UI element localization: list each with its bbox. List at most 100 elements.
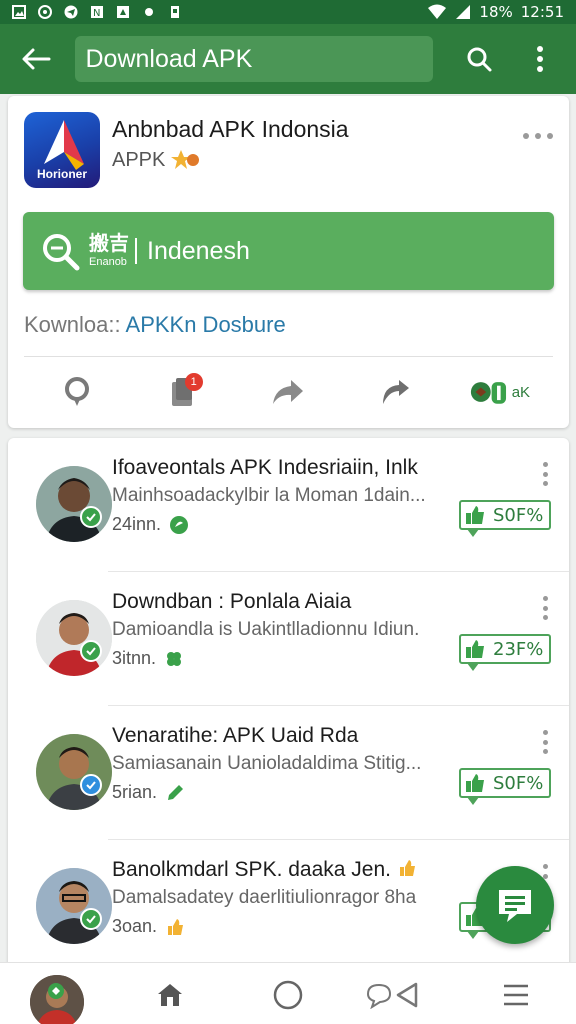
download-button-label: Indenesh <box>147 236 250 265</box>
app-icon[interactable]: Horioner <box>24 112 100 188</box>
back-arrow-icon <box>22 48 51 70</box>
battery-level: 18% <box>479 3 513 21</box>
avatar[interactable] <box>36 466 112 542</box>
verified-badge <box>80 908 102 930</box>
verified-badge <box>80 640 102 662</box>
telegram-notification-icon <box>64 5 78 19</box>
back-button[interactable] <box>16 39 55 79</box>
news-notification-icon: N <box>91 6 103 19</box>
list-item-more-button[interactable] <box>539 596 551 620</box>
list-item-title: Downdban : Ponlala Aiaia <box>112 590 352 613</box>
list-item-meta: 24inn. <box>112 514 189 535</box>
forward-icon <box>383 380 410 404</box>
avatar-wrapper <box>22 854 112 944</box>
more-vert-icon <box>537 46 544 72</box>
app-icon-label: Horioner <box>36 167 87 181</box>
list-item[interactable]: Venaratihe: APK Uaid Rda Samiasanain Uan… <box>8 706 569 840</box>
download-button[interactable]: 搬吉 Enanob Indenesh <box>23 212 554 290</box>
dot <box>523 133 529 139</box>
clock: 12:51 <box>520 3 564 21</box>
list-item-more-button[interactable] <box>539 730 551 754</box>
list-item-more-button[interactable] <box>539 462 551 486</box>
rating-chip[interactable]: S0F% <box>459 500 551 537</box>
card-actions: 1 aK <box>24 364 553 420</box>
home-icon <box>158 984 182 1006</box>
list-item-title-text: Banolkmdarl SPK. daaka Jen. <box>112 858 391 881</box>
profile-avatar[interactable] <box>30 975 84 1024</box>
list-item[interactable]: Ifoaveontals APK Indesriaiin, Inlk Mainh… <box>8 438 569 572</box>
circle-icon <box>273 980 303 1010</box>
thumbs-up-icon <box>466 506 484 524</box>
download-source-link[interactable]: APKKn Dosbure <box>126 312 286 337</box>
app-subtitle: APPK <box>112 148 201 172</box>
dot <box>542 605 548 611</box>
star-sticker-icon <box>171 150 200 169</box>
dot <box>535 133 541 139</box>
card-more-button[interactable] <box>523 126 553 146</box>
download-source-line: Kownloa:: APKKn Dosbure <box>24 312 286 338</box>
list-item-time: 3oan. <box>112 916 158 936</box>
nav-circle-button[interactable] <box>266 973 310 1017</box>
list-item-meta: 3itnn. <box>112 648 184 669</box>
list-item[interactable]: Downdban : Ponlala Aiaia Damioandla is U… <box>8 572 569 706</box>
download-button-chinese: 搬吉 <box>89 233 129 255</box>
rating-chip[interactable]: 23F% <box>459 634 551 671</box>
bookmark-button[interactable]: 1 <box>153 369 213 415</box>
list-item-title: Banolkmdarl SPK. daaka Jen. <box>112 858 417 882</box>
dot <box>542 749 548 754</box>
avatar[interactable] <box>36 600 112 676</box>
check-icon <box>86 915 96 924</box>
nav-back-button[interactable] <box>352 973 432 1017</box>
list-item-subtitle: Samiasanain Uanioladaldima Stitig... <box>112 753 422 774</box>
dot <box>542 596 548 601</box>
list-item-title: Venaratihe: APK Uaid Rda <box>112 724 359 747</box>
thumbs-up-icon <box>466 774 484 792</box>
forward-button[interactable] <box>364 369 424 415</box>
gallery-notification-icon <box>12 5 26 19</box>
dot <box>542 471 548 477</box>
chat-fab[interactable] <box>476 866 554 944</box>
avatar-wrapper <box>22 586 112 676</box>
search-field[interactable]: Download APK <box>75 36 434 82</box>
avatar[interactable] <box>36 734 112 810</box>
apk-toggle-icon <box>470 382 507 404</box>
dot <box>542 615 548 620</box>
search-button[interactable] <box>459 39 498 79</box>
app-bar: Download APK <box>0 24 576 94</box>
dot <box>542 864 548 869</box>
avatar-wrapper <box>22 452 112 542</box>
search-icon <box>467 47 492 72</box>
person-avatar-icon <box>36 466 112 542</box>
share-icon <box>273 380 304 404</box>
avatar[interactable] <box>36 868 112 944</box>
app-title: Anbnbad APK Indonsia <box>112 116 349 142</box>
leaf-badge-icon <box>170 515 189 534</box>
whatsapp-notification-icon <box>38 5 52 19</box>
check-icon <box>86 513 96 522</box>
app-subtitle-text: APPK <box>112 148 166 171</box>
rating-value: S0F% <box>493 772 544 794</box>
back-triangle-icon <box>396 982 418 1008</box>
list-item-subtitle: Damioandla is Uakintlladionnu Idiun. <box>112 619 420 640</box>
app-card: Horioner Anbnbad APK Indonsia APPK 搬吉 En… <box>8 96 569 428</box>
list-item-subtitle: Mainhsoadackylbir la Moman 1dain... <box>112 485 426 506</box>
share-button[interactable] <box>258 369 318 415</box>
nav-home-button[interactable] <box>148 973 192 1017</box>
bottom-navigation <box>0 962 576 1024</box>
location-button[interactable] <box>47 369 107 415</box>
apk-toggle-button[interactable]: aK <box>470 369 530 415</box>
pencil-icon <box>168 784 184 800</box>
nav-menu-button[interactable] <box>494 973 538 1017</box>
check-icon <box>86 647 96 656</box>
list-item-time: 24inn. <box>112 514 162 534</box>
clover-icon <box>167 651 182 666</box>
list-item-meta: 3oan. <box>112 916 185 937</box>
overflow-menu-button[interactable] <box>521 39 560 79</box>
download-button-small: Enanob <box>89 256 127 268</box>
apk-label: aK <box>511 383 531 401</box>
sim-notification-icon <box>171 6 179 18</box>
rating-chip[interactable]: S0F% <box>459 768 551 805</box>
list-item-meta: 5rian. <box>112 782 185 803</box>
menu-icon <box>504 984 528 1006</box>
notification-badge: 1 <box>184 373 203 391</box>
